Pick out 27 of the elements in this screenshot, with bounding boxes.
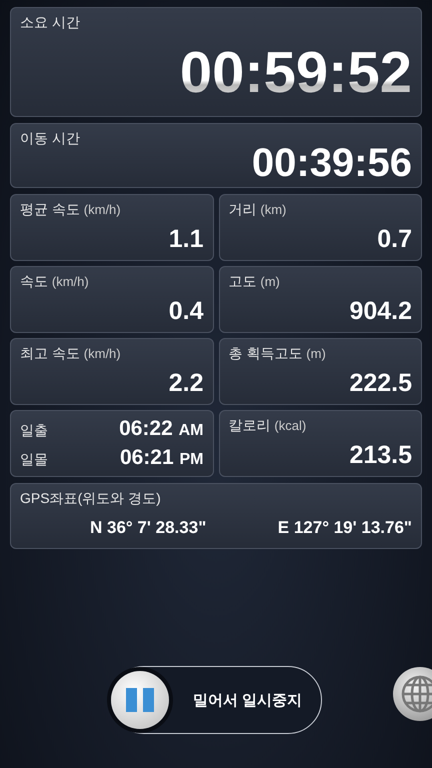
- pause-knob[interactable]: [111, 671, 169, 729]
- longitude-value: E 127° 19' 13.76": [278, 518, 412, 538]
- sun-time: 06:22 AM: [119, 416, 204, 441]
- stat-label: 평균 속도 (km/h): [20, 201, 122, 219]
- stat-label: 최고 속도 (km/h): [20, 345, 122, 363]
- stat-label: 칼로리 (kcal): [228, 417, 308, 435]
- sun-label: 일몰: [20, 451, 48, 470]
- stat-label: 속도 (km/h): [20, 273, 90, 291]
- stat-label: 거리 (km): [228, 201, 288, 219]
- stat-value: 1.1: [168, 225, 204, 254]
- stat-value: 0.4: [168, 297, 204, 326]
- total-time-label: 소요 시간: [20, 14, 81, 32]
- moving-time-value: 00:39:56: [252, 142, 412, 184]
- moving-time-label: 이동 시간: [20, 130, 81, 148]
- latitude-value: N 36° 7' 28.33": [90, 518, 206, 538]
- sun-time: 06:21 PM: [120, 446, 204, 470]
- stat-value: 222.5: [349, 369, 412, 398]
- stat-label: 총 획득고도 (m): [228, 345, 327, 363]
- stat-value: 0.7: [377, 225, 412, 254]
- sun-label: 일출: [20, 422, 48, 440]
- stat-value: 213.5: [349, 441, 412, 470]
- globe-button[interactable]: [392, 666, 432, 722]
- gps-label: GPS좌표(위도와 경도): [20, 490, 162, 508]
- stat-value: 904.2: [349, 297, 412, 326]
- stat-label: 고도 (m): [228, 273, 281, 291]
- pause-slider[interactable]: 밀어서 일시중지: [110, 666, 322, 734]
- stat-value: 2.2: [168, 369, 204, 398]
